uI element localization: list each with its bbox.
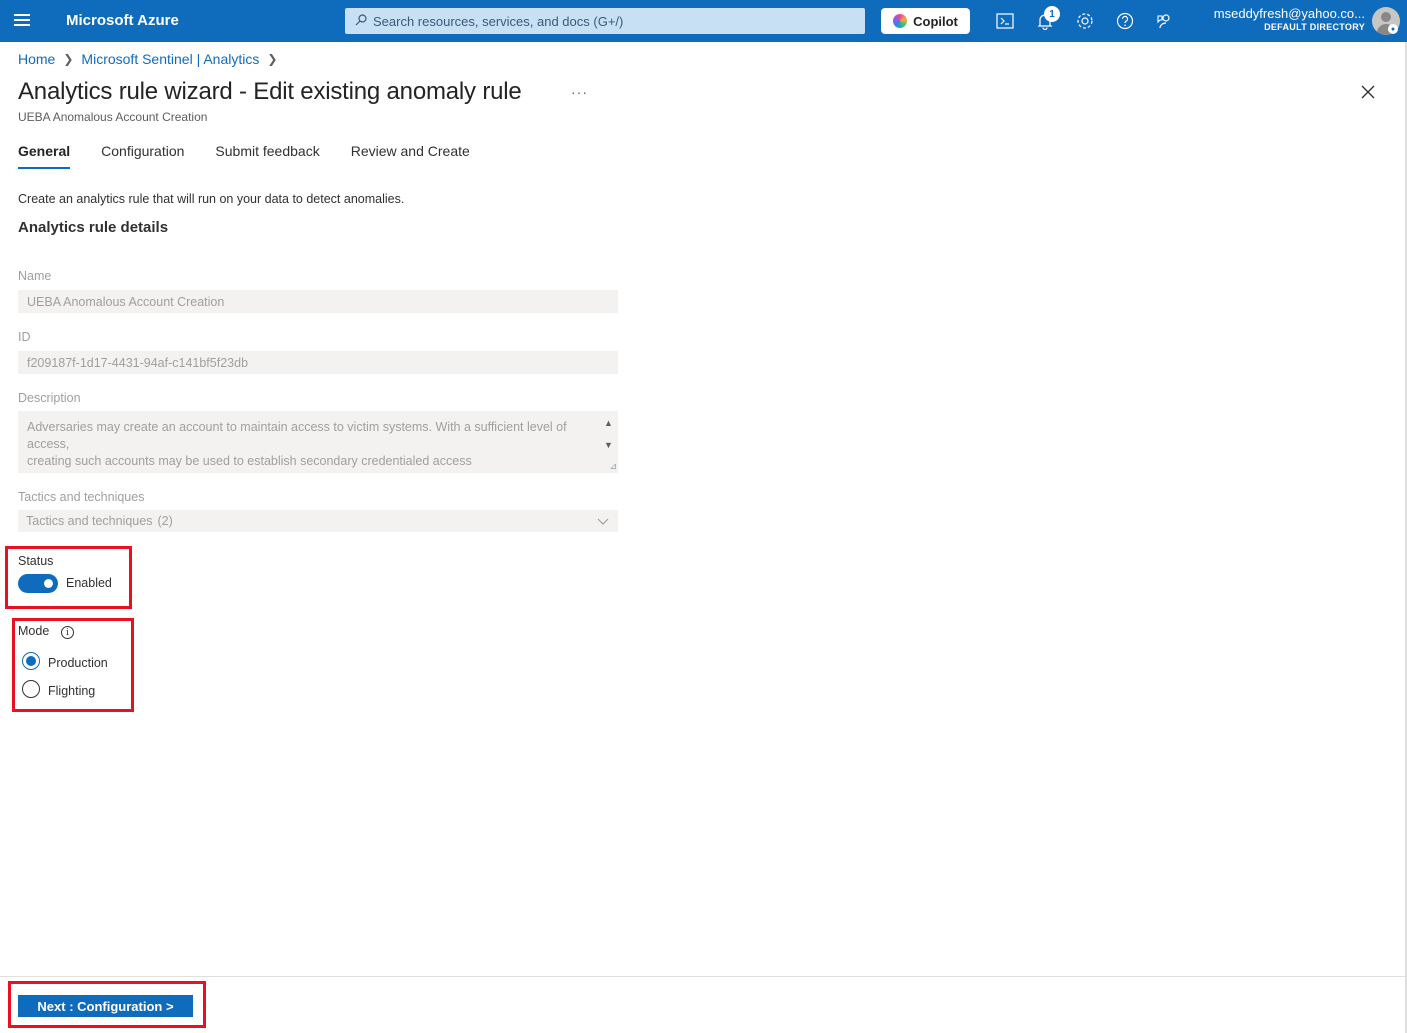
intro-text: Create an analytics rule that will run o… bbox=[18, 192, 405, 206]
search-icon bbox=[355, 13, 373, 29]
cloud-shell-icon[interactable] bbox=[995, 11, 1015, 31]
description-field[interactable]: Adversaries may create an account to mai… bbox=[18, 411, 618, 473]
menu-icon[interactable] bbox=[12, 11, 32, 31]
brand-title[interactable]: Microsoft Azure bbox=[66, 12, 179, 29]
tab-general[interactable]: General bbox=[18, 143, 71, 169]
scroll-up-icon[interactable]: ▲ bbox=[604, 418, 613, 428]
copilot-label: Copilot bbox=[913, 13, 958, 29]
wizard-tabs: General Configuration Submit feedback Re… bbox=[18, 143, 501, 169]
description-line-2: creating such accounts may be used to es… bbox=[27, 454, 472, 468]
global-search-input[interactable]: Search resources, services, and docs (G+… bbox=[345, 8, 865, 34]
status-toggle-text: Enabled bbox=[66, 576, 112, 590]
id-field[interactable]: f209187f-1d17-4431-94af-c141bf5f23db bbox=[18, 351, 618, 374]
radio-production-label[interactable]: Production bbox=[48, 656, 108, 670]
description-scrollbar[interactable]: ▲ ▼ ⊿ bbox=[602, 412, 617, 472]
notification-badge: 1 bbox=[1044, 6, 1060, 22]
breadcrumb-home[interactable]: Home bbox=[18, 51, 55, 67]
radio-production[interactable] bbox=[22, 652, 40, 670]
footer-divider bbox=[0, 976, 1407, 977]
lock-icon: ● bbox=[1388, 24, 1398, 34]
help-icon[interactable] bbox=[1115, 11, 1135, 31]
tactics-count: (2) bbox=[157, 514, 173, 528]
tab-configuration[interactable]: Configuration bbox=[101, 143, 184, 169]
status-label: Status bbox=[18, 554, 54, 568]
account-email: mseddyfresh@yahoo.co... bbox=[1213, 6, 1365, 21]
info-icon[interactable]: i bbox=[61, 626, 74, 639]
tab-submit-feedback[interactable]: Submit feedback bbox=[215, 143, 319, 169]
account-directory: DEFAULT DIRECTORY bbox=[1264, 22, 1365, 32]
scroll-down-icon[interactable]: ▼ bbox=[604, 440, 613, 450]
breadcrumb: Home ❯ Microsoft Sentinel | Analytics ❯ bbox=[18, 51, 285, 67]
chevron-right-icon: ❯ bbox=[63, 52, 74, 66]
page-title: Analytics rule wizard - Edit existing an… bbox=[18, 78, 522, 105]
chevron-right-icon: ❯ bbox=[267, 52, 278, 66]
tab-review-and-create[interactable]: Review and Create bbox=[351, 143, 470, 169]
tactics-label: Tactics and techniques bbox=[18, 490, 145, 504]
copilot-icon bbox=[893, 14, 908, 28]
page-subtitle: UEBA Anomalous Account Creation bbox=[18, 110, 208, 124]
more-options-icon[interactable]: ··· bbox=[571, 84, 588, 100]
status-toggle[interactable] bbox=[18, 574, 58, 593]
name-label: Name bbox=[18, 269, 52, 283]
top-bar: Microsoft Azure Search resources, servic… bbox=[0, 0, 1407, 42]
feedback-icon[interactable] bbox=[1155, 11, 1175, 31]
description-label: Description bbox=[18, 391, 81, 405]
tactics-value: Tactics and techniques bbox=[26, 514, 153, 528]
breadcrumb-sentinel-analytics[interactable]: Microsoft Sentinel | Analytics bbox=[81, 51, 259, 67]
settings-icon[interactable] bbox=[1075, 11, 1095, 31]
id-label: ID bbox=[18, 330, 31, 344]
radio-flighting[interactable] bbox=[22, 680, 40, 698]
copilot-button[interactable]: Copilot bbox=[881, 8, 970, 34]
chevron-down-icon bbox=[596, 514, 610, 528]
section-title: Analytics rule details bbox=[18, 219, 169, 236]
description-line-1: Adversaries may create an account to mai… bbox=[27, 420, 567, 451]
search-placeholder: Search resources, services, and docs (G+… bbox=[373, 13, 624, 29]
account-menu[interactable]: mseddyfresh@yahoo.co... DEFAULT DIRECTOR… bbox=[1214, 6, 1365, 32]
mode-label: Mode bbox=[18, 624, 50, 638]
tactics-dropdown[interactable]: Tactics and techniques (2) bbox=[18, 510, 618, 532]
radio-flighting-label[interactable]: Flighting bbox=[48, 684, 95, 698]
resize-grip-icon[interactable]: ⊿ bbox=[609, 461, 617, 472]
close-icon[interactable] bbox=[1360, 84, 1378, 102]
name-field[interactable]: UEBA Anomalous Account Creation bbox=[18, 290, 618, 313]
next-configuration-button[interactable]: Next : Configuration > bbox=[18, 995, 193, 1017]
